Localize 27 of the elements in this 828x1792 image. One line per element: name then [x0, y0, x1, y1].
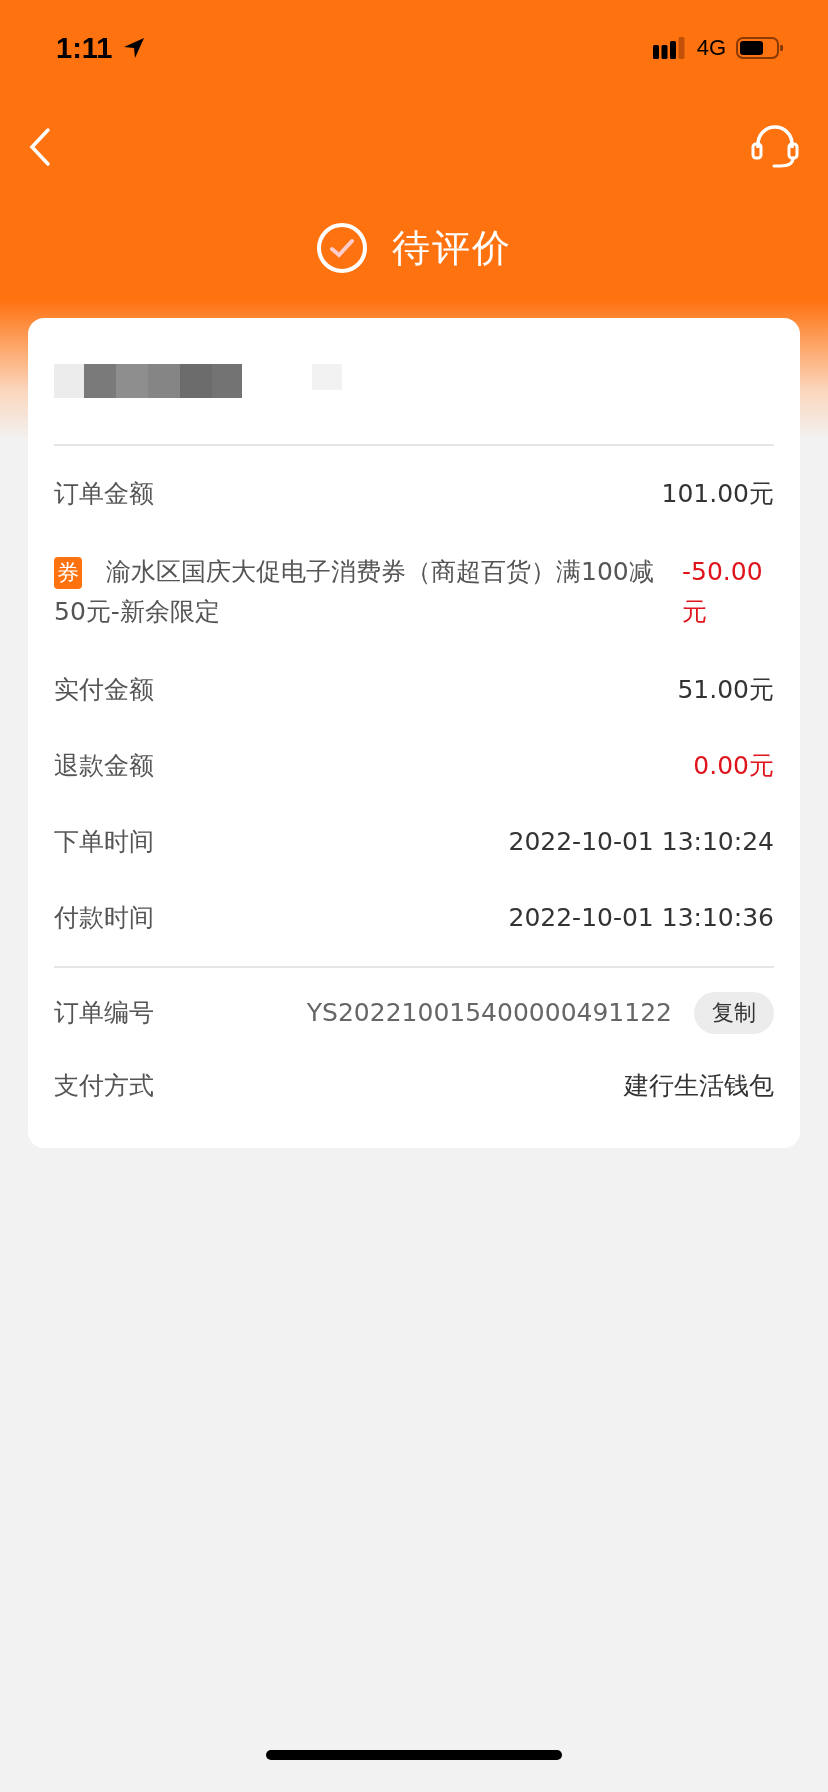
headset-icon[interactable]	[750, 124, 800, 170]
row-label: 实付金额	[54, 674, 154, 706]
row-label: 下单时间	[54, 826, 154, 858]
row-value: 2022-10-01 13:10:24	[508, 826, 774, 858]
back-icon[interactable]	[28, 127, 52, 167]
order-status-title: 待评价	[392, 224, 512, 272]
row-value: 101.00元	[661, 478, 774, 510]
row-value: 建行生活钱包	[624, 1070, 774, 1102]
coupon-description: 券 渝水区国庆大促电子消费券（商超百货）满100减50元-新余限定	[54, 556, 655, 628]
signal-icon	[652, 35, 687, 61]
row-value: 0.00元	[693, 750, 774, 782]
discount-value: -50.00元	[682, 556, 764, 628]
network-type: 4G	[696, 35, 726, 61]
row-value: 51.00元	[677, 674, 774, 706]
battery-icon	[736, 36, 784, 60]
row-value: 2022-10-01 13:10:36	[508, 902, 774, 934]
row-label: 付款时间	[54, 902, 154, 934]
copy-button[interactable]: 复制	[694, 992, 774, 1034]
coupon-badge: 券	[54, 557, 82, 589]
order-number: YS202210015400000491122	[306, 997, 672, 1029]
row-label: 订单金额	[54, 478, 154, 510]
location-arrow-icon	[122, 36, 147, 60]
clock: 1:11	[56, 31, 113, 65]
row-label: 退款金额	[54, 750, 154, 782]
row-label: 支付方式	[54, 1070, 154, 1102]
row-label: 订单编号	[54, 997, 154, 1029]
check-circle-icon	[316, 222, 368, 274]
